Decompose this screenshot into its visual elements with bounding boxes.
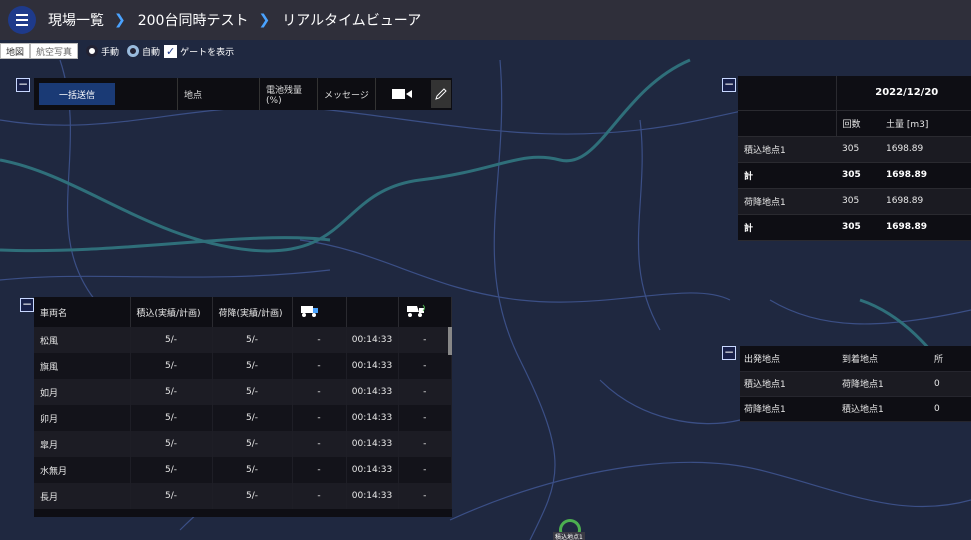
map-controls: 地図 航空写真 手動 自動 ✓ ゲートを表示 [0, 42, 234, 60]
collapse-summary-button[interactable]: − [722, 78, 736, 92]
col-departure: 出発地点 [740, 346, 838, 372]
col-volume: 土量 [m3] [880, 110, 971, 137]
manual-radio[interactable] [86, 45, 99, 57]
message-header: メッセージ [317, 78, 375, 110]
summary-total-row: 計 305 1698.89 [738, 214, 971, 241]
summary-table: 2022/12/20 回数 土量 [m3] 積込地点1 305 1698.89 計3… [738, 76, 971, 241]
table-row[interactable]: 長月 5/- 5/- -00:14:33- [34, 483, 452, 509]
route-table: 出発地点 到着地点 所 積込地点1 荷降地点1 0 荷降地点1 積込地点1 0 [740, 346, 971, 422]
gate-checkbox[interactable]: ✓ [164, 44, 178, 58]
breadcrumb-site-list[interactable]: 現場一覧 [48, 10, 104, 30]
col-dump-truck-icon[interactable] [398, 297, 452, 327]
pencil-icon[interactable] [431, 80, 451, 108]
collapse-toolbar-button[interactable]: − [16, 78, 30, 92]
manual-label: 手動 [101, 47, 120, 58]
map-type-map[interactable]: 地図 [0, 43, 31, 59]
summary-date: 2022/12/20 [836, 76, 971, 111]
table-row[interactable]: 水無月 5/- 5/- -00:14:33- [34, 457, 452, 483]
breadcrumb-project[interactable]: 200台同時テスト [138, 10, 249, 30]
auto-radio[interactable] [127, 45, 140, 57]
summary-total-row: 計 305 1698.89 [738, 162, 971, 189]
chevron-right-icon: ❯ [258, 12, 271, 28]
col-time [346, 297, 399, 327]
table-row[interactable]: 皐月 5/- 5/- -00:14:33- [34, 431, 452, 457]
breadcrumb-realtime-viewer: リアルタイムビューア [282, 13, 422, 29]
gate-label: ゲートを表示 [180, 47, 235, 58]
table-row[interactable]: 荷降地点1 積込地点1 0 [740, 396, 971, 422]
map-type-satellite[interactable]: 航空写真 [30, 43, 79, 59]
vehicle-table: 車両名 積込(実績/計画) 荷降(実績/計画) 松風 5/- 5/- -00:14:3… [34, 297, 452, 517]
col-unload[interactable]: 荷降(実績/計画) [212, 297, 293, 327]
col-count: 回数 [836, 110, 880, 137]
app-header: 現場一覧 ❯ 200台同時テスト ❯ リアルタイムビューア [0, 0, 971, 40]
chevron-right-icon: ❯ [114, 12, 126, 28]
col-loader-truck-icon[interactable] [292, 297, 347, 327]
table-row[interactable]: 如月 5/- 5/- -00:14:33- [34, 379, 452, 405]
table-row[interactable]: 旗風 5/- 5/- -00:14:33- [34, 353, 452, 379]
location-header: 地点 [177, 78, 259, 110]
col-extra: 所 [930, 346, 971, 372]
vehicle-table-scrollbar[interactable] [448, 327, 452, 355]
auto-label: 自動 [142, 47, 161, 58]
vehicle-toolbar: 一括送信 地点 電池残量(%) メッセージ [34, 78, 452, 110]
col-arrival: 到着地点 [838, 346, 930, 372]
collapse-vehicles-button[interactable]: − [20, 298, 34, 312]
summary-row: 積込地点1 305 1698.89 [738, 136, 971, 163]
col-load[interactable]: 積込(実績/計画) [130, 297, 213, 327]
camera-icon[interactable] [375, 78, 427, 110]
summary-corner [738, 76, 837, 111]
bulk-send-button[interactable]: 一括送信 [39, 83, 115, 105]
table-row[interactable]: 卯月 5/- 5/- -00:14:33- [34, 405, 452, 431]
loading-point-label: 積込地点1 [553, 532, 585, 540]
hamburger-menu-icon[interactable] [8, 6, 36, 34]
battery-header: 電池残量(%) [259, 78, 317, 110]
table-row[interactable]: 松風 5/- 5/- -00:14:33- [34, 327, 452, 353]
collapse-route-button[interactable]: − [722, 346, 736, 360]
summary-row: 荷降地点1 305 1698.89 [738, 188, 971, 215]
table-row[interactable]: 積込地点1 荷降地点1 0 [740, 371, 971, 397]
col-vehicle-name[interactable]: 車両名 [34, 297, 131, 327]
